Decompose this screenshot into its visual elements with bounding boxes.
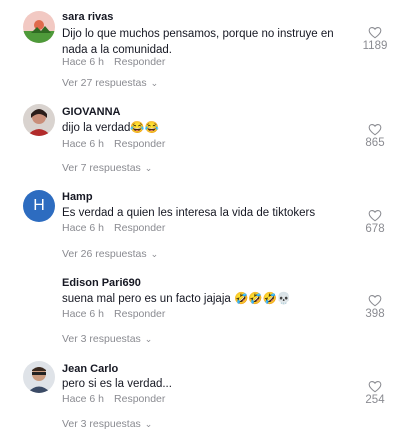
heart-outline-icon xyxy=(368,27,382,39)
reply-button[interactable]: Responder xyxy=(114,56,165,68)
like-button[interactable]: 1189 xyxy=(355,26,395,52)
view-replies-button[interactable]: Ver 26 respuestas ⌄ xyxy=(62,248,158,260)
view-replies-label: Ver 3 respuestas xyxy=(62,418,141,430)
comment-time: Hace 6 h xyxy=(62,222,105,234)
comment-time: Hace 6 h xyxy=(62,56,105,68)
view-replies-label: Ver 27 respuestas xyxy=(62,77,147,89)
profile-photo-avatar-icon xyxy=(23,104,55,136)
comment-username[interactable]: GIOVANNA xyxy=(62,106,120,118)
reply-button[interactable]: Responder xyxy=(114,308,165,320)
comment-text: dijo la verdad😂😂 xyxy=(62,122,160,134)
reply-button[interactable]: Responder xyxy=(114,393,165,405)
view-replies-label: Ver 7 respuestas xyxy=(62,162,141,174)
heart-outline-icon xyxy=(368,381,382,393)
view-replies-button[interactable]: Ver 3 respuestas ⌄ xyxy=(62,418,152,430)
comment-username[interactable]: Jean Carlo xyxy=(62,363,118,375)
heart-outline-icon xyxy=(368,295,382,307)
like-button[interactable]: 865 xyxy=(355,123,395,149)
like-count: 1189 xyxy=(362,40,388,52)
like-button[interactable]: 678 xyxy=(355,209,395,235)
chevron-down-icon: ⌄ xyxy=(150,249,159,259)
comment-username[interactable]: Edison Pari690 xyxy=(62,277,141,289)
comment-meta: Hace 6 h Responder xyxy=(62,138,165,150)
view-replies-button[interactable]: Ver 27 respuestas ⌄ xyxy=(62,77,158,89)
comment-time: Hace 6 h xyxy=(62,138,105,150)
like-button[interactable]: 254 xyxy=(355,380,395,406)
like-button[interactable]: 398 xyxy=(355,294,395,320)
comment-username[interactable]: sara rivas xyxy=(62,11,113,23)
user-avatar[interactable] xyxy=(23,11,55,43)
chevron-down-icon: ⌄ xyxy=(144,334,153,344)
comment-meta: Hace 6 h Responder xyxy=(62,393,165,405)
landscape-avatar-icon xyxy=(23,11,55,43)
avatar-letter: H xyxy=(33,197,45,214)
user-avatar[interactable] xyxy=(23,104,55,136)
like-count: 254 xyxy=(365,394,385,406)
comment-text: pero si es la verdad... xyxy=(62,378,172,390)
reply-button[interactable]: Responder xyxy=(114,222,165,234)
like-count: 865 xyxy=(365,137,385,149)
user-avatar[interactable] xyxy=(23,361,55,393)
heart-outline-icon xyxy=(368,124,382,136)
comment-meta: Hace 6 h Responder xyxy=(62,56,165,68)
heart-outline-icon xyxy=(368,210,382,222)
comment-meta: Hace 6 h Responder xyxy=(62,308,165,320)
reply-button[interactable]: Responder xyxy=(114,138,165,150)
comment-text: Es verdad a quien les interesa la vida d… xyxy=(62,207,316,219)
comment-text: suena mal pero es un facto jajaja 🤣🤣🤣💀 xyxy=(62,293,292,305)
comment-time: Hace 6 h xyxy=(62,393,105,405)
profile-photo-avatar-icon xyxy=(23,361,55,393)
chevron-down-icon: ⌄ xyxy=(144,163,153,173)
view-replies-label: Ver 26 respuestas xyxy=(62,248,147,260)
comment-username[interactable]: Hamp xyxy=(62,191,93,203)
view-replies-button[interactable]: Ver 7 respuestas ⌄ xyxy=(62,162,152,174)
chevron-down-icon: ⌄ xyxy=(150,78,159,88)
chevron-down-icon: ⌄ xyxy=(144,419,153,429)
view-replies-button[interactable]: Ver 3 respuestas ⌄ xyxy=(62,333,152,345)
user-avatar[interactable]: H xyxy=(23,190,55,222)
comment-time: Hace 6 h xyxy=(62,308,105,320)
comment-text: Dijo lo que muchos pensamos, porque no i… xyxy=(62,28,334,56)
view-replies-label: Ver 3 respuestas xyxy=(62,333,141,345)
comment-meta: Hace 6 h Responder xyxy=(62,222,165,234)
like-count: 678 xyxy=(365,223,385,235)
like-count: 398 xyxy=(365,308,385,320)
